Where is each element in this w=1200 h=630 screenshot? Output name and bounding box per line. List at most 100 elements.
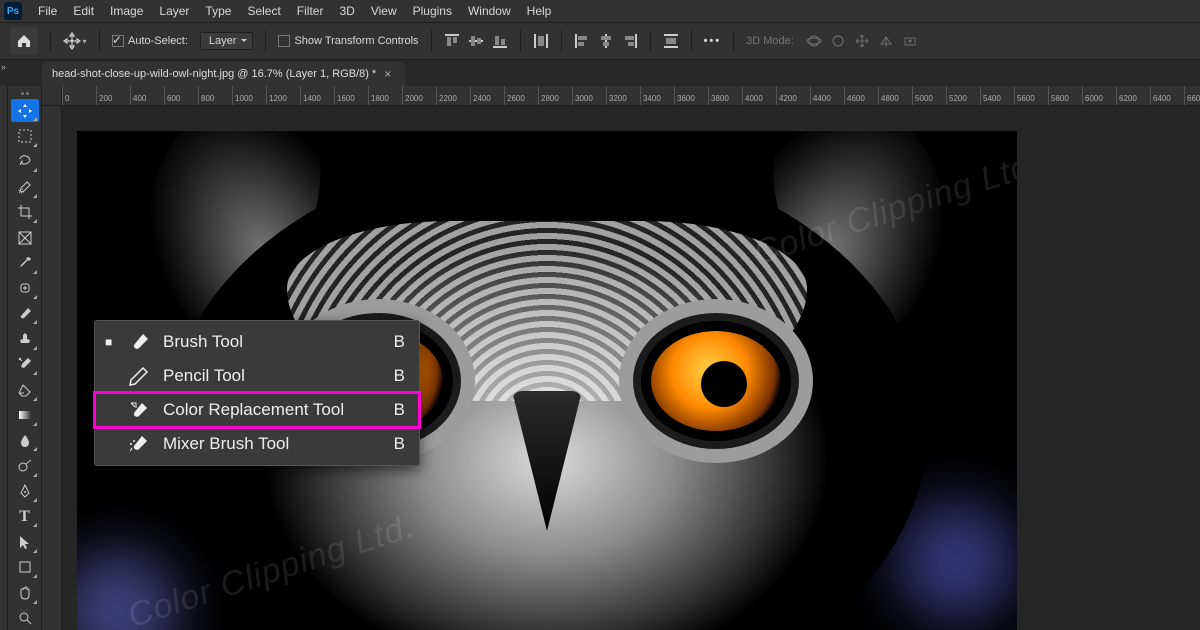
- flyout-item-shortcut: B: [394, 332, 405, 352]
- menu-help[interactable]: Help: [519, 1, 560, 21]
- app-logo: Ps: [4, 2, 22, 20]
- ruler-tick: 6400: [1150, 86, 1184, 106]
- eraser-tool[interactable]: [11, 378, 39, 401]
- gradient-tool[interactable]: [11, 404, 39, 427]
- document-tab[interactable]: head-shot-close-up-wild-owl-night.jpg @ …: [42, 62, 405, 86]
- orbit-3d-icon: [806, 33, 822, 49]
- separator: [561, 30, 562, 52]
- document-tab-bar: head-shot-close-up-wild-owl-night.jpg @ …: [0, 60, 1200, 86]
- ruler-tick: 1000: [232, 86, 266, 106]
- document-tab-title: head-shot-close-up-wild-owl-night.jpg @ …: [52, 68, 376, 80]
- distribute-icon[interactable]: [533, 33, 549, 49]
- menu-select[interactable]: Select: [239, 1, 288, 21]
- auto-select-checkbox[interactable]: Auto-Select:: [112, 35, 188, 47]
- toolbar-grip[interactable]: [21, 92, 29, 95]
- flyout-item-pencil[interactable]: Pencil ToolB: [95, 359, 419, 393]
- align-bottom-icon[interactable]: [492, 33, 508, 49]
- canvas[interactable]: Color Clipping Ltd. Color Clipping Ltd. …: [62, 106, 1200, 630]
- ruler-tick: 5800: [1048, 86, 1082, 106]
- flyout-item-label: Pencil Tool: [163, 366, 245, 386]
- hand-tool[interactable]: [11, 581, 39, 604]
- menu-edit[interactable]: Edit: [65, 1, 102, 21]
- align-right-icon[interactable]: [622, 33, 638, 49]
- dock-strip[interactable]: [0, 86, 8, 630]
- ruler-origin[interactable]: [42, 86, 62, 106]
- auto-select-label: Auto-Select:: [128, 35, 188, 47]
- quick-selection-tool[interactable]: [11, 175, 39, 198]
- align-vc-icon[interactable]: [468, 33, 484, 49]
- vertical-ruler[interactable]: [42, 106, 62, 630]
- brush-tool[interactable]: [11, 302, 39, 325]
- menu-bar: Ps FileEditImageLayerTypeSelectFilter3DV…: [0, 0, 1200, 22]
- roll-3d-icon: [830, 33, 846, 49]
- separator: [431, 30, 432, 52]
- path-selection-tool[interactable]: [11, 530, 39, 553]
- align-left-icon[interactable]: [574, 33, 590, 49]
- ruler-tick: 5000: [912, 86, 946, 106]
- menu-plugins[interactable]: Plugins: [405, 1, 460, 21]
- ruler-tick: 3600: [674, 86, 708, 106]
- shape-tool[interactable]: [11, 556, 39, 579]
- eyedropper-tool[interactable]: [11, 251, 39, 274]
- ruler-tick: 2600: [504, 86, 538, 106]
- options-bar: ▾ Auto-Select: Layer Show Transform Cont…: [0, 22, 1200, 60]
- ruler-tick: 6600: [1184, 86, 1200, 106]
- marquee-tool[interactable]: [11, 124, 39, 147]
- healing-brush-tool[interactable]: [11, 277, 39, 300]
- history-brush-tool[interactable]: [11, 353, 39, 376]
- ruler-tick: 4000: [742, 86, 776, 106]
- layer-type-select[interactable]: Layer: [200, 32, 254, 50]
- menu-3d[interactable]: 3D: [331, 1, 362, 21]
- flyout-item-mixer[interactable]: Mixer Brush ToolB: [95, 427, 419, 461]
- frame-tool[interactable]: [11, 226, 39, 249]
- move-tool[interactable]: [11, 99, 39, 122]
- ruler-tick: 3400: [640, 86, 674, 106]
- align-hc-icon[interactable]: [598, 33, 614, 49]
- home-button[interactable]: [10, 27, 38, 55]
- move-tool-indicator[interactable]: ▾: [63, 29, 87, 53]
- ruler-tick: 1200: [266, 86, 300, 106]
- separator: [733, 30, 734, 52]
- separator: [520, 30, 521, 52]
- menu-view[interactable]: View: [363, 1, 405, 21]
- color-replace-icon: [127, 399, 151, 421]
- separator: [650, 30, 651, 52]
- horizontal-ruler[interactable]: 0200400600800100012001400160018002000220…: [62, 86, 1200, 106]
- pen-tool[interactable]: [11, 480, 39, 503]
- clone-stamp-tool[interactable]: [11, 327, 39, 350]
- flyout-item-color-replace[interactable]: Color Replacement ToolB: [95, 393, 419, 427]
- ruler-tick: 5200: [946, 86, 980, 106]
- menu-image[interactable]: Image: [102, 1, 151, 21]
- blur-tool[interactable]: [11, 429, 39, 452]
- ruler-tick: 1400: [300, 86, 334, 106]
- menu-type[interactable]: Type: [197, 1, 239, 21]
- more-options-button[interactable]: •••: [704, 35, 722, 47]
- ruler-tick: 4200: [776, 86, 810, 106]
- menu-layer[interactable]: Layer: [151, 1, 197, 21]
- lasso-tool[interactable]: [11, 150, 39, 173]
- ruler-tick: 2400: [470, 86, 504, 106]
- close-tab-button[interactable]: ×: [384, 67, 391, 81]
- mixer-icon: [127, 433, 151, 455]
- align-group-h: [444, 33, 508, 49]
- menu-window[interactable]: Window: [460, 1, 519, 21]
- ruler-tick: 800: [198, 86, 232, 106]
- flyout-item-brush[interactable]: ■Brush ToolB: [95, 325, 419, 359]
- menu-filter[interactable]: Filter: [289, 1, 332, 21]
- crop-tool[interactable]: [11, 201, 39, 224]
- dodge-tool[interactable]: [11, 454, 39, 477]
- show-transform-checkbox[interactable]: Show Transform Controls: [278, 35, 418, 47]
- ruler-tick: 4800: [878, 86, 912, 106]
- ruler-tick: 5400: [980, 86, 1014, 106]
- slide-3d-icon: [878, 33, 894, 49]
- zoom-tool[interactable]: [11, 607, 39, 630]
- ruler-tick: 5600: [1014, 86, 1048, 106]
- type-tool[interactable]: T: [11, 505, 39, 528]
- distribute-h-icon[interactable]: [663, 33, 679, 49]
- ruler-tick: 400: [130, 86, 164, 106]
- menu-file[interactable]: File: [30, 1, 65, 21]
- ruler-tick: 2000: [402, 86, 436, 106]
- tools-panel: T: [8, 86, 42, 630]
- ruler-tick: 3000: [572, 86, 606, 106]
- align-top-icon[interactable]: [444, 33, 460, 49]
